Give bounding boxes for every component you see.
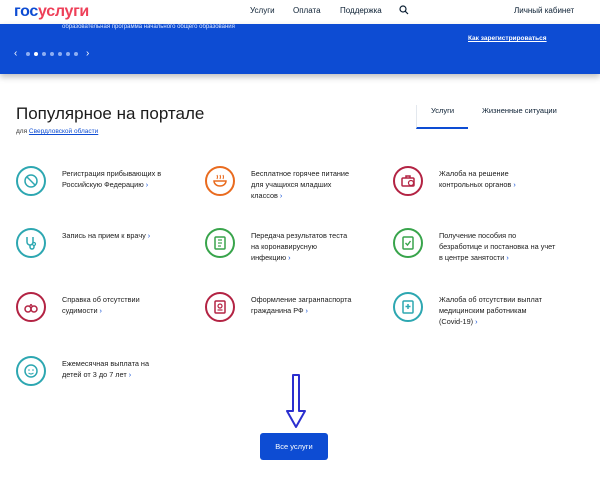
document-check-icon	[393, 228, 423, 258]
tab-life-situations[interactable]: Жизненные ситуации	[468, 105, 557, 129]
service-item[interactable]: Ежемесячная выплата на детей от 3 до 7 л…	[16, 356, 162, 386]
page: госуслуги Услуги Оплата Поддержка Личный…	[0, 0, 600, 478]
service-label: Получение пособия по безработице и поста…	[439, 230, 559, 263]
banner-text: образовательная программа начального общ…	[62, 24, 235, 30]
service-label-text: Бесплатное горячее питание для учащихся …	[251, 169, 350, 200]
child-face-icon	[16, 356, 46, 386]
service-label: Оформление загранпаспорта гражданина РФ ›	[251, 294, 361, 316]
chevron-right-icon: ›	[147, 231, 151, 240]
nav-payment[interactable]: Оплата	[293, 6, 321, 15]
section-title: Популярное на портале	[16, 104, 205, 123]
service-label: Жалоба на решение контрольных органов ›	[439, 168, 539, 190]
chevron-right-icon: ›	[506, 253, 509, 262]
service-item[interactable]: Жалоба об отсутствии выплат медицинским …	[393, 292, 549, 327]
chevron-right-icon: ›	[305, 306, 308, 315]
stethoscope-icon	[16, 228, 46, 258]
region-line: для Свердловской области	[16, 128, 98, 135]
service-item[interactable]: Регистрация прибывающих в Российскую Фед…	[16, 166, 172, 196]
service-item[interactable]: Запись на прием к врачу ›	[16, 228, 172, 258]
logo-part-uslugi: услуги	[38, 3, 89, 20]
service-item[interactable]: Получение пособия по безработице и поста…	[393, 228, 559, 263]
all-services-button[interactable]: Все услуги	[260, 433, 328, 460]
chevron-right-icon: ›	[128, 370, 132, 379]
service-label-text: Получение пособия по безработице и поста…	[439, 231, 556, 262]
service-label-text: Ежемесячная выплата на детей от 3 до 7 л…	[62, 359, 150, 379]
nav-support[interactable]: Поддержка	[340, 6, 382, 15]
service-label-text: Оформление загранпаспорта гражданина РФ	[251, 295, 352, 315]
slider-dot[interactable]	[34, 52, 38, 56]
region-prefix: для	[16, 128, 28, 135]
service-item[interactable]: Жалоба на решение контрольных органов ›	[393, 166, 539, 196]
service-item[interactable]: Бесплатное горячее питание для учащихся …	[205, 166, 351, 201]
personal-cabinet-link[interactable]: Личный кабинет	[514, 6, 574, 15]
chevron-right-icon: ›	[279, 191, 283, 200]
service-label: Запись на прием к врачу ›	[62, 230, 172, 241]
service-label: Ежемесячная выплата на детей от 3 до 7 л…	[62, 358, 162, 380]
slider-dot[interactable]	[58, 52, 62, 56]
medical-document-icon	[393, 292, 423, 322]
service-label: Передача результатов теста на коронавиру…	[251, 230, 351, 263]
complaint-briefcase-icon	[393, 166, 423, 196]
slider-dot[interactable]	[66, 52, 70, 56]
nav-services[interactable]: Услуги	[250, 6, 275, 15]
service-item[interactable]: Оформление загранпаспорта гражданина РФ ›	[205, 292, 361, 322]
logo-part-gos: гос	[14, 3, 39, 20]
down-arrow-annotation-icon	[286, 374, 306, 428]
how-to-register-link[interactable]: Как зарегистрироваться	[468, 35, 547, 42]
slider-dot[interactable]	[26, 52, 30, 56]
service-label-text: Передача результатов теста на коронавиру…	[251, 231, 348, 262]
slider-dot[interactable]	[74, 52, 78, 56]
chevron-right-icon: ›	[99, 306, 102, 315]
passport-icon	[205, 292, 235, 322]
chevron-right-icon: ›	[288, 253, 291, 262]
service-label-text: Жалоба на решение контрольных органов	[439, 169, 512, 189]
slider-prev-arrow-icon[interactable]: ‹	[14, 49, 17, 59]
gosuslugi-logo[interactable]: госуслуги	[14, 3, 89, 21]
service-label: Справка об отсутствии судимости ›	[62, 294, 162, 316]
top-header: госуслуги Услуги Оплата Поддержка Личный…	[0, 0, 600, 24]
slider-dot[interactable]	[42, 52, 46, 56]
region-link[interactable]: Свердловской области	[29, 128, 98, 135]
food-bowl-icon	[205, 166, 235, 196]
slider-next-arrow-icon[interactable]: ›	[86, 49, 89, 59]
tab-services[interactable]: Услуги	[416, 105, 468, 129]
service-label-text: Жалоба об отсутствии выплат медицинским …	[439, 295, 542, 326]
service-item[interactable]: Передача результатов теста на коронавиру…	[205, 228, 351, 263]
chevron-right-icon: ›	[145, 180, 149, 189]
passport-stamp-icon	[16, 166, 46, 196]
chevron-right-icon: ›	[513, 180, 516, 189]
search-icon[interactable]	[399, 5, 409, 15]
test-tube-icon	[205, 228, 235, 258]
service-label-text: Запись на прием к врачу	[62, 231, 146, 240]
chevron-right-icon: ›	[475, 317, 478, 326]
service-label: Жалоба об отсутствии выплат медицинским …	[439, 294, 549, 327]
promo-banner: образовательная программа начального общ…	[0, 24, 600, 74]
slider-dots	[26, 52, 78, 56]
slider-dot[interactable]	[50, 52, 54, 56]
service-item[interactable]: Справка об отсутствии судимости ›	[16, 292, 162, 322]
service-label: Бесплатное горячее питание для учащихся …	[251, 168, 351, 201]
tabs: Услуги Жизненные ситуации	[416, 105, 557, 129]
handcuffs-icon	[16, 292, 46, 322]
service-label: Регистрация прибывающих в Российскую Фед…	[62, 168, 172, 190]
